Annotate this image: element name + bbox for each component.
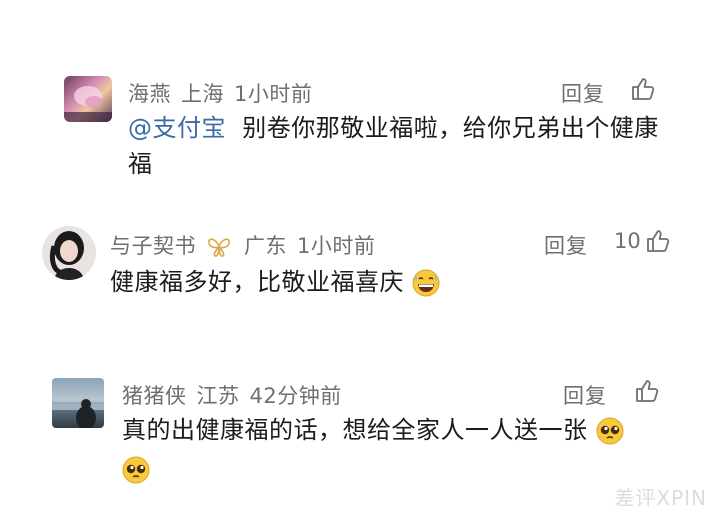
avatar[interactable] [52,378,104,428]
like-button[interactable] [630,76,656,102]
avatar-image [64,86,112,122]
like-button[interactable] [634,378,660,404]
watermark: 差评XPIN [614,486,707,510]
username[interactable]: 与子契书 [110,234,196,258]
mention-link[interactable]: @支付宝 [128,114,226,142]
comment-meta: 猪猪侠 江苏 42分钟前 [122,380,352,410]
comment-text-line1: 真的出健康福的话，想给全家人一人送一张 [122,416,588,444]
timestamp: 1小时前 [234,82,313,106]
butterfly-badge-icon [208,238,230,257]
thumbs-up-icon [646,230,669,252]
location: 江苏 [196,384,240,408]
timestamp: 42分钟前 [249,384,342,408]
reply-button[interactable]: 回复 [561,78,605,108]
like-button[interactable]: 10 [614,228,671,254]
comment-text: 真的出健康福的话，想给全家人一人送一张 [122,412,682,484]
reply-button[interactable]: 回复 [544,230,588,260]
thumbs-up-icon [632,78,655,100]
pleading-face-emoji [122,456,150,484]
username[interactable]: 海燕 [128,82,171,106]
comment-meta: 与子契书 广东 1小时前 [110,230,385,260]
comment-meta: 海燕 上海 1小时前 [128,78,322,108]
avatar[interactable] [42,226,96,280]
location: 上海 [181,82,224,106]
comment-text-line2: 福 [128,150,153,178]
comment-text: 健康福多好，比敬业福喜庆 [110,264,690,300]
grinning-sweat-emoji [412,269,440,297]
thumbs-up-icon [636,380,659,402]
pleading-face-emoji [596,417,624,445]
location: 广东 [244,234,287,258]
reply-button[interactable]: 回复 [563,380,607,410]
like-count: 10 [614,229,641,253]
comment-text: @支付宝 别卷你那敬业福啦，给你兄弟出个健康 福 [128,110,688,182]
username[interactable]: 猪猪侠 [122,384,187,408]
avatar[interactable] [64,76,112,122]
comment-text-line1: 别卷你那敬业福啦，给你兄弟出个健康 [242,114,659,142]
timestamp: 1小时前 [297,234,376,258]
comment-text-line1: 健康福多好，比敬业福喜庆 [110,268,404,296]
avatar-image [49,231,84,280]
avatar-image [52,399,104,428]
